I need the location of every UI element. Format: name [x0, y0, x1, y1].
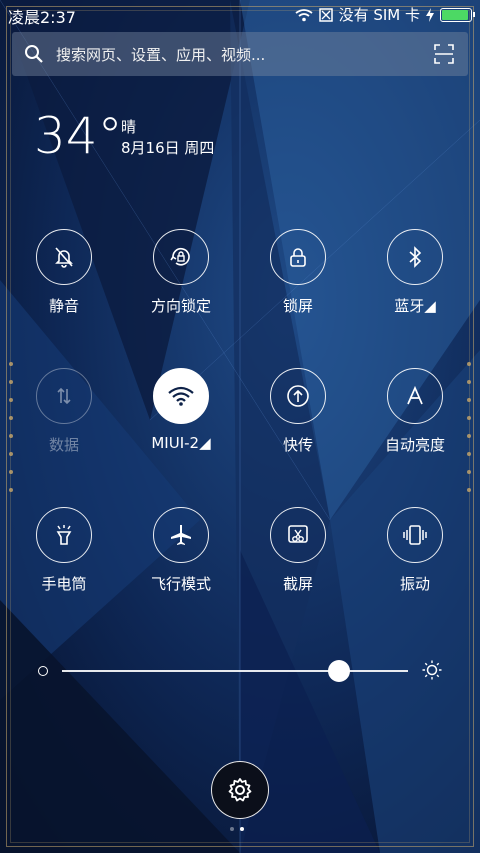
airplane-icon [153, 507, 209, 563]
toggle-silent[interactable]: 静音 [9, 229, 119, 316]
battery-fill [442, 9, 468, 20]
search-bar[interactable]: 搜索网页、设置、应用、视频... [12, 32, 468, 76]
page-indicator [230, 827, 244, 831]
search-icon [24, 44, 44, 64]
toggle-rotation-lock-label: 方向锁定 [150, 297, 211, 315]
toggle-flashlight-label: 手电筒 [41, 575, 87, 593]
sun-icon [422, 660, 442, 680]
toggle-quick-share-label: 快传 [282, 436, 313, 454]
search-placeholder: 搜索网页、设置、应用、视频... [56, 45, 266, 64]
toggle-data-label: 数据 [48, 436, 79, 454]
page-dot-active [240, 827, 244, 831]
status-time: 凌晨2:37 [8, 8, 76, 27]
charging-icon [426, 7, 434, 22]
toggle-bluetooth-label: 蓝牙◢ [394, 297, 436, 315]
flashlight-icon [36, 507, 92, 563]
scan-icon[interactable] [434, 44, 454, 64]
status-icons: 没有 SIM 卡 [295, 4, 475, 25]
toggle-vibrate[interactable]: 振动 [360, 507, 470, 594]
gear-icon [228, 778, 252, 802]
bell-off-icon [36, 229, 92, 285]
lock-icon [270, 229, 326, 285]
wifi-status-icon [295, 8, 313, 21]
toggle-auto-brightness[interactable]: 自动亮度 [360, 368, 470, 455]
toggle-flashlight[interactable]: 手电筒 [9, 507, 119, 594]
toggle-screenshot-label: 截屏 [282, 575, 313, 593]
toggle-wifi-label: MIUI-2◢ [151, 434, 211, 452]
toggle-vibrate-label: 振动 [399, 575, 430, 593]
toggle-airplane[interactable]: 飞行模式 [126, 507, 236, 594]
toggle-silent-label: 静音 [48, 297, 79, 315]
bluetooth-icon [387, 229, 443, 285]
status-bar: 凌晨2:37 没有 SIM 卡 [0, 0, 480, 28]
data-icon [36, 368, 92, 424]
brightness-thumb[interactable] [327, 660, 350, 682]
brightness-slider[interactable] [38, 656, 442, 686]
weather-temperature[interactable]: 34° [34, 106, 123, 166]
weather-date: 8月16日 周四 [121, 139, 215, 157]
rotation-lock-icon [153, 229, 209, 285]
toggle-wifi[interactable]: MIUI-2◢ [126, 368, 236, 452]
toggle-quick-share[interactable]: 快传 [243, 368, 353, 455]
sim-status-text: 没有 SIM 卡 [338, 6, 420, 24]
toggle-screenshot[interactable]: 截屏 [243, 507, 353, 594]
vibrate-icon [387, 507, 443, 563]
toggle-data[interactable]: 数据 [9, 368, 119, 455]
weather-condition: 晴 [121, 118, 137, 136]
battery-icon [440, 7, 475, 22]
toggle-lock-screen[interactable]: 锁屏 [243, 229, 353, 316]
settings-button[interactable] [211, 761, 269, 819]
brightness-track[interactable] [62, 670, 408, 672]
toggle-bluetooth[interactable]: 蓝牙◢ [360, 229, 470, 316]
toggle-rotation-lock[interactable]: 方向锁定 [126, 229, 236, 316]
toggle-airplane-label: 飞行模式 [150, 575, 211, 593]
no-sim-icon [318, 7, 333, 22]
wifi-icon [153, 368, 209, 424]
quick-share-icon [270, 368, 326, 424]
brightness-min-icon [38, 666, 48, 676]
page-dot [230, 827, 234, 831]
toggle-lock-screen-label: 锁屏 [282, 297, 313, 315]
screenshot-icon [270, 507, 326, 563]
auto-brightness-icon [387, 368, 443, 424]
toggle-auto-brightness-label: 自动亮度 [384, 436, 445, 454]
